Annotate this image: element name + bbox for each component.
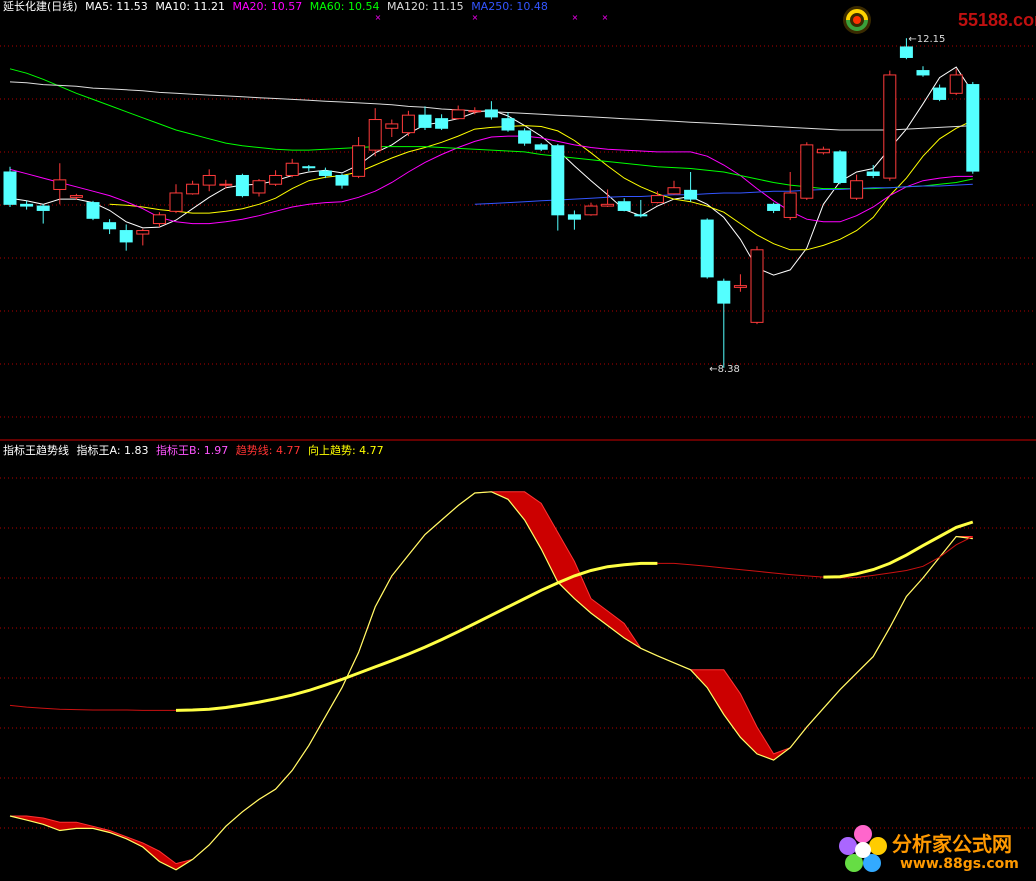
candle-up [949,74,963,94]
candle-up [451,109,465,120]
candle-down [484,109,498,118]
candle-down [551,145,565,216]
candle-up [650,195,664,204]
candle-down [501,118,515,131]
candle-down [933,87,947,100]
candle-up [750,249,764,323]
candle-up [883,74,897,179]
indicator-a-line [9,491,973,871]
candle-down [534,144,548,150]
candle-up [202,174,216,186]
watermark-top-text: 55188.com [958,10,1036,30]
uptrend-label: 向上趋势: 4.77 [307,444,384,457]
candle-up [169,192,183,212]
candle-up [53,179,67,190]
ma-line-ma60 [9,68,973,190]
candle-down [86,202,100,219]
candle-up [850,180,864,199]
watermark-logo-icon [843,6,871,34]
candle-down [617,201,631,211]
candle-down [916,70,930,76]
candle-up [69,195,83,198]
candle-down [684,189,698,200]
marker-icon: × [472,13,479,22]
candle-down [634,214,648,217]
candle-down [833,151,847,183]
candle-down [20,203,34,207]
candle-up [401,114,415,134]
marker-icon: × [375,13,382,22]
trend-line-label: 趋势线: 4.77 [235,444,301,457]
candle-up [368,119,382,151]
candle-down [103,222,117,230]
candle-up [601,203,615,207]
candle-down [518,130,532,144]
candle-up [152,214,166,225]
candle-down [717,280,731,304]
candle-down [966,84,980,172]
candle-down [418,114,432,128]
candle-up [385,123,399,129]
candle-down [235,174,249,197]
uptrend-line [175,520,974,712]
ma60-label: MA60: 10.54 [309,0,380,13]
candle-up [252,180,266,194]
indicator-band [10,491,973,870]
candle-up [816,148,830,154]
ma-line-ma250 [474,183,973,205]
candle-up [584,205,598,216]
ma120-label: MA120: 11.15 [386,0,464,13]
candle-up [468,110,482,113]
ma250-label: MA250: 10.48 [471,0,548,13]
candle-down [36,205,50,211]
candle-up [285,162,299,176]
watermark-bottom-url: www.88gs.com [900,856,1019,872]
candle-down [567,214,581,220]
stock-title: 延长化建(日线) [3,0,78,13]
indicator-title: 指标王趋势线 [3,444,69,457]
candle-up [219,183,233,186]
price-extreme-label: ←8.38 [709,364,740,375]
candle-down [302,166,316,169]
candle-up [667,187,681,195]
candle-down [899,46,913,58]
indicator-header: 指标王趋势线 指标王A: 1.83 指标王B: 1.97 趋势线: 4.77 向… [3,444,388,457]
candle-up [352,145,366,177]
ma20-label: MA20: 10.57 [232,0,303,13]
candle-down [3,171,17,205]
candle-down [767,203,781,211]
watermark-top: 55188.com [840,4,1036,36]
ma10-label: MA10: 11.21 [155,0,226,13]
marker-icon: × [572,13,579,22]
marker-icon: × [602,13,609,22]
candle-up [800,144,814,199]
chart-stage: × × × ×←12.15←8.38 [0,13,1036,871]
watermark-bottom-text: 分析家公式网 [892,832,1012,856]
candle-up [783,192,797,218]
ma5-label: MA5: 11.53 [85,0,148,13]
candle-down [435,118,449,129]
candle-up [733,285,747,288]
candle-down [866,171,880,176]
candle-down [318,170,332,176]
candle-down [119,230,133,243]
indicator-a-label: 指标王A: 1.83 [76,444,149,457]
trend-line [9,536,974,711]
candle-down [700,219,714,278]
price-header: 延长化建(日线) MA5: 11.53 MA10: 11.21 MA20: 10… [3,0,552,13]
candle-up [136,230,150,235]
watermark-bottom: 分析家公式网 www.88gs.com [836,822,1032,878]
flower-logo-icon [839,825,887,872]
candle-down [335,174,349,186]
candle-up [186,183,200,195]
candle-up [269,174,283,185]
indicator-b-label: 指标王B: 1.97 [156,444,229,457]
